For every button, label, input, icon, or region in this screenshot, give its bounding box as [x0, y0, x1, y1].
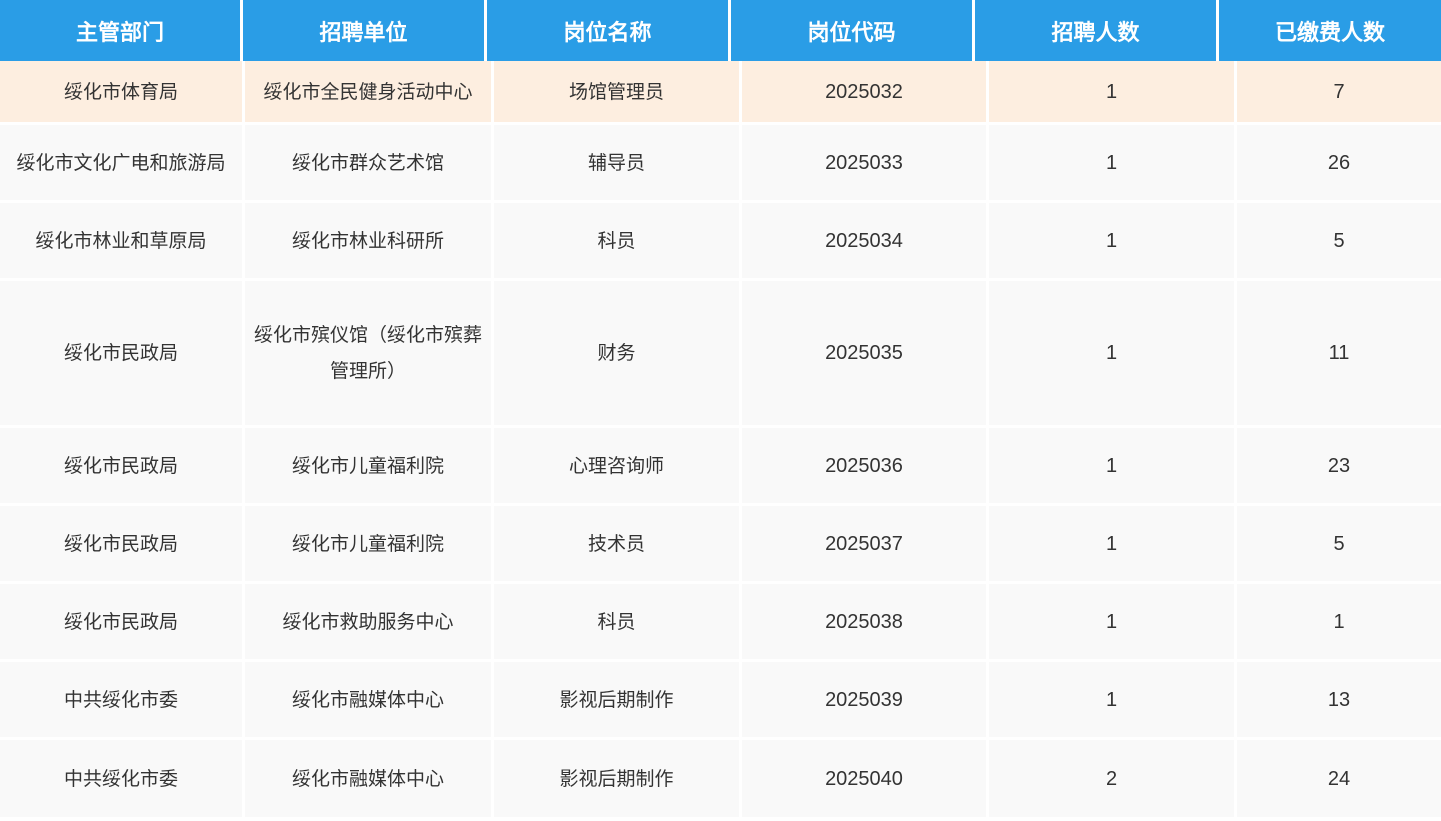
cell-position: 心理咨询师 — [494, 428, 739, 503]
cell-dept: 绥化市民政局 — [0, 281, 242, 425]
cell-code: 2025039 — [742, 662, 986, 737]
cell-paid: 1 — [1237, 584, 1441, 659]
cell-position: 影视后期制作 — [494, 740, 739, 817]
cell-dept: 绥化市民政局 — [0, 584, 242, 659]
cell-paid: 7 — [1237, 61, 1441, 122]
cell-quota: 1 — [989, 281, 1234, 425]
table-row: 中共绥化市委 绥化市融媒体中心 影视后期制作 2025039 1 13 — [0, 662, 1441, 740]
table-row: 中共绥化市委 绥化市融媒体中心 影视后期制作 2025040 2 24 — [0, 740, 1441, 820]
header-position: 岗位名称 — [487, 0, 728, 61]
cell-paid: 11 — [1237, 281, 1441, 425]
cell-code: 2025040 — [742, 740, 986, 817]
cell-unit: 绥化市群众艺术馆 — [245, 125, 491, 200]
cell-code: 2025035 — [742, 281, 986, 425]
cell-position: 场馆管理员 — [494, 61, 739, 122]
table-row: 绥化市文化广电和旅游局 绥化市群众艺术馆 辅导员 2025033 1 26 — [0, 125, 1441, 203]
table-row: 绥化市民政局 绥化市救助服务中心 科员 2025038 1 1 — [0, 584, 1441, 662]
cell-dept: 绥化市体育局 — [0, 61, 242, 122]
cell-dept: 中共绥化市委 — [0, 740, 242, 817]
cell-position: 科员 — [494, 584, 739, 659]
cell-unit: 绥化市儿童福利院 — [245, 428, 491, 503]
header-paid: 已缴费人数 — [1219, 0, 1441, 61]
cell-unit-text: 绥化市殡仪馆（绥化市殡葬管理所） — [253, 324, 482, 382]
cell-code: 2025036 — [742, 428, 986, 503]
cell-paid: 5 — [1237, 506, 1441, 581]
cell-quota: 1 — [989, 428, 1234, 503]
cell-quota: 1 — [989, 61, 1234, 122]
cell-unit: 绥化市儿童福利院 — [245, 506, 491, 581]
header-code: 岗位代码 — [731, 0, 972, 61]
cell-paid: 26 — [1237, 125, 1441, 200]
cell-position: 财务 — [494, 281, 739, 425]
cell-quota: 1 — [989, 125, 1234, 200]
table-header: 主管部门 招聘单位 岗位名称 岗位代码 招聘人数 已缴费人数 — [0, 0, 1441, 61]
cell-quota: 2 — [989, 740, 1234, 817]
cell-paid: 13 — [1237, 662, 1441, 737]
cell-quota: 1 — [989, 506, 1234, 581]
recruitment-table-page: 主管部门 招聘单位 岗位名称 岗位代码 招聘人数 已缴费人数 绥化市体育局 绥化… — [0, 0, 1441, 821]
cell-position: 技术员 — [494, 506, 739, 581]
cell-code: 2025034 — [742, 203, 986, 278]
table-row: 绥化市体育局 绥化市全民健身活动中心 场馆管理员 2025032 1 7 — [0, 61, 1441, 125]
cell-dept: 绥化市文化广电和旅游局 — [0, 125, 242, 200]
header-dept: 主管部门 — [0, 0, 240, 61]
cell-code: 2025038 — [742, 584, 986, 659]
cell-position: 辅导员 — [494, 125, 739, 200]
table-row: 绥化市民政局 绥化市儿童福利院 心理咨询师 2025036 1 23 — [0, 428, 1441, 506]
cell-position: 科员 — [494, 203, 739, 278]
cell-dept: 绥化市民政局 — [0, 428, 242, 503]
table-row: 绥化市林业和草原局 绥化市林业科研所 科员 2025034 1 5 — [0, 203, 1441, 281]
cell-unit: 绥化市融媒体中心 — [245, 662, 491, 737]
cell-code: 2025032 — [742, 61, 986, 122]
cell-position: 影视后期制作 — [494, 662, 739, 737]
cell-unit: 绥化市融媒体中心 — [245, 740, 491, 817]
cell-unit: 绥化市全民健身活动中心 — [245, 61, 491, 122]
header-quota: 招聘人数 — [975, 0, 1216, 61]
cell-quota: 1 — [989, 584, 1234, 659]
header-unit: 招聘单位 — [243, 0, 484, 61]
cell-dept: 绥化市民政局 — [0, 506, 242, 581]
cell-paid: 5 — [1237, 203, 1441, 278]
cell-code: 2025033 — [742, 125, 986, 200]
table-body: 绥化市体育局 绥化市全民健身活动中心 场馆管理员 2025032 1 7 绥化市… — [0, 61, 1441, 820]
cell-quota: 1 — [989, 203, 1234, 278]
table-row: 绥化市民政局 绥化市殡仪馆（绥化市殡葬管理所） 财务 2025035 1 11 — [0, 281, 1441, 428]
cell-dept: 中共绥化市委 — [0, 662, 242, 737]
cell-unit: 绥化市救助服务中心 — [245, 584, 491, 659]
cell-dept: 绥化市林业和草原局 — [0, 203, 242, 278]
cell-unit: 绥化市林业科研所 — [245, 203, 491, 278]
cell-paid: 24 — [1237, 740, 1441, 817]
cell-paid: 23 — [1237, 428, 1441, 503]
cell-code: 2025037 — [742, 506, 986, 581]
table-row: 绥化市民政局 绥化市儿童福利院 技术员 2025037 1 5 — [0, 506, 1441, 584]
cell-quota: 1 — [989, 662, 1234, 737]
cell-unit: 绥化市殡仪馆（绥化市殡葬管理所） — [245, 281, 491, 425]
